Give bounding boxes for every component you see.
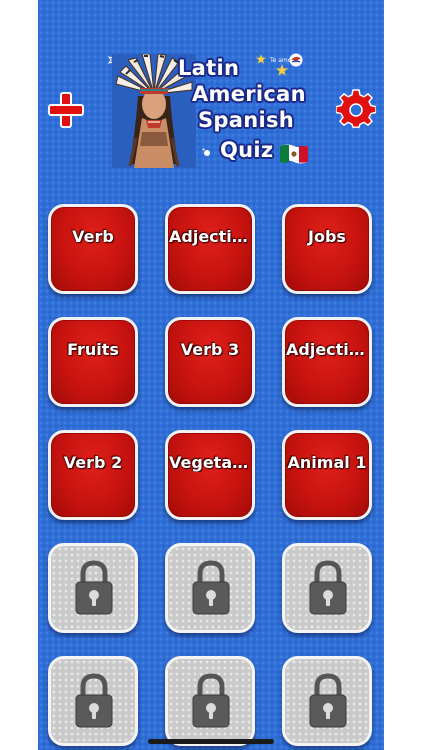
add-button[interactable] — [46, 90, 86, 130]
locked-category-tile[interactable] — [165, 656, 255, 746]
category-label: Adjectiv... — [169, 227, 252, 246]
lock-icon — [75, 673, 113, 728]
eagle-emblem-icon — [289, 53, 303, 67]
category-label: Fruits — [67, 340, 119, 359]
category-label: Verb 3 — [180, 340, 240, 359]
category-tile-adjective[interactable]: Adjectiv... — [165, 204, 255, 294]
star-icon — [276, 64, 288, 76]
title-line-1: Latin — [178, 56, 240, 80]
lock-icon — [75, 560, 113, 615]
mexico-flag-icon — [280, 144, 308, 164]
category-tile-verb[interactable]: Verb — [48, 204, 138, 294]
category-tile-jobs[interactable]: Jobs — [282, 204, 372, 294]
locked-category-tile[interactable] — [282, 656, 372, 746]
category-label: Verb — [72, 227, 114, 246]
lock-icon — [192, 673, 230, 728]
app-screen: Latin American Spanish Quiz Te amo Verb … — [38, 0, 384, 750]
lock-icon — [192, 560, 230, 615]
category-tile-verb-3[interactable]: Verb 3 — [165, 317, 255, 407]
star-icon — [256, 54, 266, 64]
category-label: Animal 1 — [287, 453, 367, 472]
category-tile-adjective-2[interactable]: Adjectiv... — [282, 317, 372, 407]
locked-category-tile[interactable] — [165, 543, 255, 633]
home-indicator[interactable] — [148, 739, 274, 744]
title-line-2: American — [192, 82, 306, 106]
category-label: Verb 2 — [63, 453, 123, 472]
lock-icon — [309, 560, 347, 615]
sparkle-icon — [202, 148, 210, 156]
settings-button[interactable] — [335, 89, 377, 129]
category-label: Vegetabl... — [169, 453, 252, 472]
gear-icon — [335, 89, 377, 128]
category-tile-verb-2[interactable]: Verb 2 — [48, 430, 138, 520]
plus-icon — [48, 92, 84, 128]
title-line-4: Quiz — [220, 138, 274, 162]
category-label: Adjectiv... — [286, 340, 369, 359]
category-tile-vegetables[interactable]: Vegetabl... — [165, 430, 255, 520]
category-tile-fruits[interactable]: Fruits — [48, 317, 138, 407]
category-label: Jobs — [308, 227, 346, 246]
locked-category-tile[interactable] — [282, 543, 372, 633]
locked-category-tile[interactable] — [48, 656, 138, 746]
lock-icon — [309, 673, 347, 728]
title-line-3: Spanish — [198, 108, 295, 132]
app-logo-banner: Latin American Spanish Quiz Te amo — [106, 48, 318, 172]
category-tile-animal-1[interactable]: Animal 1 — [282, 430, 372, 520]
locked-category-tile[interactable] — [48, 543, 138, 633]
